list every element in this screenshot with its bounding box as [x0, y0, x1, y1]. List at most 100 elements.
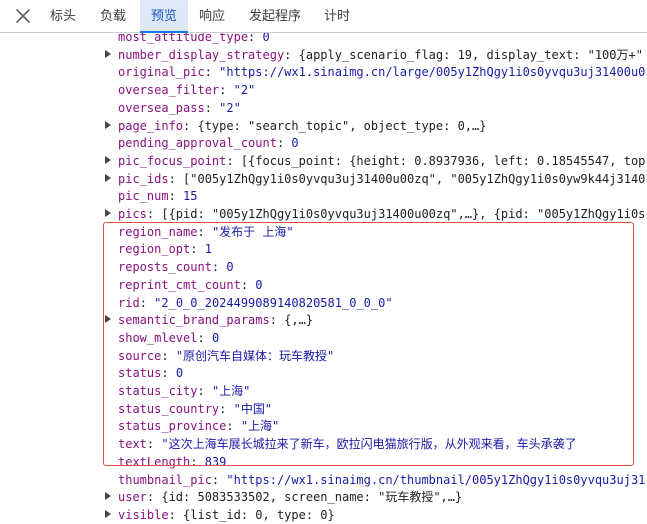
- tree-row-content: status: 0: [118, 364, 183, 382]
- property-key: status_city: [118, 384, 198, 398]
- property-value: 839: [204, 454, 227, 469]
- tree-row-content: pic_focus_point: [{focus_point: {height:…: [118, 152, 645, 170]
- property-key: reposts_count: [118, 260, 212, 275]
- key-separator: :: [168, 189, 184, 204]
- tree-row-content: most_attitude_type: 0: [118, 33, 270, 46]
- property-value: "https://wx1.sinaimg.cn/large/005y1ZhQgy…: [219, 65, 646, 80]
- expand-arrow-icon[interactable]: [105, 492, 111, 501]
- expand-arrow-icon[interactable]: [105, 509, 111, 518]
- tab-preview[interactable]: 预览: [140, 0, 188, 33]
- key-separator: :: [240, 277, 256, 292]
- key-separator: :: [190, 454, 205, 469]
- tree-row[interactable]: visible: {list_id: 0, type: 0}: [0, 506, 647, 524]
- key-separator: :: [197, 330, 212, 345]
- key-separator: :: [204, 65, 220, 80]
- property-value: {type: "search_topic", object_type: 0,…}: [197, 118, 487, 133]
- tree-row-content: region_name: "发布于 上海": [118, 223, 294, 241]
- key-separator: :: [197, 384, 212, 398]
- key-separator: :: [219, 83, 234, 98]
- tree-row[interactable]: pic_ids: ["005y1ZhQgy1i0s0yvqu3uj31400u0…: [0, 170, 647, 188]
- expand-arrow-icon[interactable]: [105, 120, 111, 129]
- tree-row: original_pic: "https://wx1.sinaimg.cn/la…: [0, 63, 647, 81]
- property-key: region_opt: [118, 242, 191, 257]
- tree-row-content: oversea_pass: "2": [118, 99, 241, 117]
- expand-arrow-icon[interactable]: [105, 155, 111, 164]
- property-value: [{focus_point: {height: 0.8937936, left:…: [240, 153, 646, 168]
- tree-row: oversea_pass: "2": [0, 99, 647, 117]
- close-icon[interactable]: [14, 7, 32, 25]
- key-separator: :: [248, 33, 263, 44]
- key-separator: :: [204, 100, 220, 115]
- property-value: 0: [211, 330, 220, 345]
- property-value: [{pid: "005y1ZhQgy1i0s0yvqu3uj31400u00zq…: [161, 207, 646, 221]
- tree-row-content: user: {id: 5083533502, screen_name: "玩车教…: [118, 488, 462, 506]
- tree-row-content: thumbnail_pic: "https://wx1.sinaimg.cn/t…: [118, 471, 645, 489]
- expand-arrow-icon[interactable]: [105, 49, 111, 58]
- tab-response[interactable]: 响应: [190, 0, 234, 32]
- property-key: status_province: [118, 419, 227, 434]
- property-value: 15: [183, 189, 198, 204]
- property-key: region_name: [118, 224, 198, 239]
- property-key: rid: [118, 295, 140, 310]
- property-key: number_display_strategy: [118, 47, 285, 62]
- property-key: status: [118, 366, 162, 381]
- property-value: "上海": [211, 384, 251, 398]
- key-separator: :: [190, 242, 205, 257]
- property-value: "2_0_0_2024499089140820581_0_0_0": [154, 295, 393, 310]
- tree-row-content: oversea_filter: "2": [118, 81, 255, 99]
- tree-row-content: status_province: "上海": [118, 417, 279, 435]
- tree-row[interactable]: pic_focus_point: [{focus_point: {height:…: [0, 152, 647, 170]
- key-separator: :: [219, 401, 234, 416]
- tab-initiator[interactable]: 发起程序: [238, 0, 312, 32]
- property-key: most_attitude_type: [118, 33, 249, 44]
- property-key: source: [118, 348, 162, 363]
- tree-row[interactable]: pics: [{pid: "005y1ZhQgy1i0s0yvqu3uj3140…: [0, 205, 647, 223]
- property-key: status_country: [118, 401, 220, 416]
- expand-arrow-icon[interactable]: [105, 209, 111, 217]
- tree-row-content: pic_num: 15: [118, 187, 197, 205]
- tab-timing[interactable]: 计时: [314, 0, 360, 32]
- tree-row: thumbnail_pic: "https://wx1.sinaimg.cn/t…: [0, 471, 647, 489]
- property-key: pending_approval_count: [118, 136, 277, 151]
- property-value: {,…}: [284, 313, 314, 328]
- tab-payload[interactable]: 负载: [88, 0, 138, 32]
- property-key: user: [118, 490, 147, 505]
- property-key: textLength: [118, 454, 191, 469]
- tree-row-content: number_display_strategy: {apply_scenario…: [118, 46, 643, 64]
- devtools-tab-bar: 标头 负载 预览 响应 发起程序 计时: [0, 0, 647, 33]
- property-value: "上海": [240, 419, 280, 434]
- property-value: "发布于 上海": [211, 224, 294, 239]
- property-key: original_pic: [118, 65, 205, 80]
- tree-row-content: source: "原创汽车自媒体：玩车教授": [118, 347, 334, 365]
- property-value: ["005y1ZhQgy1i0s0yvqu3uj31400u00zq", "00…: [183, 171, 646, 186]
- key-separator: :: [161, 348, 176, 363]
- tree-row[interactable]: number_display_strategy: {apply_scenario…: [0, 46, 647, 64]
- property-value: {list_id: 0, type: 0}: [183, 507, 335, 522]
- tree-row: status_country: "中国": [0, 400, 647, 418]
- property-value: "2": [219, 100, 241, 115]
- tree-row-content: textLength: 839: [118, 453, 226, 471]
- tree-row[interactable]: page_info: {type: "search_topic", object…: [0, 117, 647, 135]
- tree-row: region_opt: 1: [0, 240, 647, 258]
- property-key: visible: [118, 507, 169, 522]
- key-separator: :: [146, 490, 162, 505]
- tree-row[interactable]: semantic_brand_params: {,…}: [0, 311, 647, 329]
- tree-row-content: visible: {list_id: 0, type: 0}: [118, 506, 335, 524]
- key-separator: :: [146, 437, 162, 452]
- property-value: "中国": [233, 401, 273, 416]
- expand-arrow-icon[interactable]: [105, 173, 111, 182]
- property-value: "https://wx1.sinaimg.cn/thumbnail/005y1Z…: [226, 472, 646, 487]
- key-separator: :: [211, 472, 227, 487]
- key-separator: :: [269, 313, 285, 328]
- property-key: oversea_filter: [118, 83, 220, 98]
- property-key: show_mlevel: [118, 330, 198, 345]
- tree-row-content: reposts_count: 0: [118, 258, 234, 276]
- property-value: 0: [255, 277, 263, 292]
- tree-row[interactable]: user: {id: 5083533502, screen_name: "玩车教…: [0, 488, 647, 506]
- json-preview-tree: most_attitude_type: 0 number_display_stra…: [0, 33, 647, 524]
- key-separator: :: [197, 224, 212, 239]
- property-value: "这次上海车展长城拉来了新车，欧拉闪电猫旅行版，从外观来看，车头承袭了: [161, 437, 577, 452]
- tree-row: status_province: "上海": [0, 417, 647, 435]
- expand-arrow-icon[interactable]: [105, 315, 111, 324]
- tab-headers[interactable]: 标头: [40, 0, 86, 32]
